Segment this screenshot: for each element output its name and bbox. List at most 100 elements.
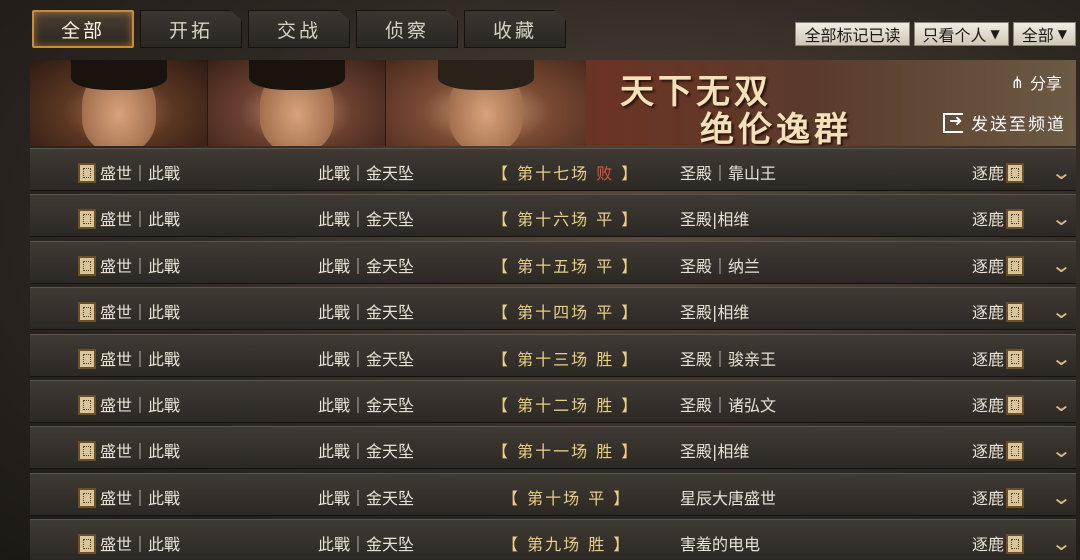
seal-icon [1006, 441, 1025, 462]
tab-favorites[interactable]: 收藏 [464, 10, 566, 48]
battle-report-row[interactable]: 盛世｜此戰 此戰｜金天坠 【 第十一场 胜 】 圣殿|相维 逐鹿 ⌄ [30, 426, 1076, 470]
mode-tag: 逐鹿 [972, 392, 1028, 416]
opponent: 圣殿｜骏亲王 [680, 349, 777, 369]
mode-tag: 逐鹿 [972, 206, 1028, 230]
seal-icon [1006, 209, 1025, 230]
attacker: 盛世｜此戰 [78, 299, 180, 323]
match-label: 【 第十三场 胜 】 [492, 349, 640, 369]
seal-icon [78, 209, 96, 230]
mode-tag: 逐鹿 [972, 485, 1028, 509]
chevron-down-icon[interactable]: ⌄ [1051, 160, 1073, 184]
match-label: 【 第十一场 胜 】 [492, 442, 640, 462]
battle-report-list: 盛世｜此戰 此戰｜金天坠 【 第十七场 败 】 圣殿｜靠山王 逐鹿 ⌄ 盛世｜此… [30, 148, 1076, 560]
match-label: 【 第十七场 败 】 [492, 164, 640, 183]
seal-icon [1006, 163, 1025, 183]
battle-report-row[interactable]: 盛世｜此戰 此戰｜金天坠 【 第十七场 败 】 圣殿｜靠山王 逐鹿 ⌄ [30, 148, 1076, 191]
defender-info: 此戰｜金天坠 [318, 164, 415, 183]
battle-report-row[interactable]: 盛世｜此戰 此戰｜金天坠 【 第九场 胜 】 害羞的电电 逐鹿 ⌄ [30, 519, 1076, 560]
mode-tag: 逐鹿 [972, 299, 1028, 323]
seal-icon [78, 348, 96, 369]
battle-report-row[interactable]: 盛世｜此戰 此戰｜金天坠 【 第十五场 平 】 圣殿｜纳兰 逐鹿 ⌄ [30, 240, 1076, 284]
send-icon [943, 111, 964, 133]
tab-battle[interactable]: 交战 [248, 10, 350, 48]
seal-icon [78, 302, 96, 323]
opponent: 圣殿|相维 [680, 442, 750, 462]
mode-tag: 逐鹿 [972, 531, 1028, 555]
share-button[interactable]: ⋔ 分享 [1011, 70, 1062, 94]
chevron-down-icon[interactable]: ⌄ [1051, 531, 1073, 555]
share-label: 分享 [1029, 74, 1062, 93]
top-actions: 全部标记已读 只看个人 ▼ 全部 ▼ [795, 22, 1076, 46]
defender-info: 此戰｜金天坠 [318, 395, 415, 415]
seal-icon [78, 163, 96, 183]
personal-only-dropdown[interactable]: 只看个人 ▼ [913, 22, 1009, 46]
defender-info: 此戰｜金天坠 [318, 210, 415, 230]
match-label: 【 第十五场 平 】 [492, 256, 640, 276]
attacker: 盛世｜此戰 [78, 253, 180, 277]
opponent: 圣殿|相维 [680, 303, 750, 323]
opponent: 圣殿｜纳兰 [680, 256, 761, 276]
chevron-down-icon[interactable]: ⌄ [1051, 438, 1073, 462]
seal-icon [78, 441, 96, 462]
defender-info: 此戰｜金天坠 [318, 303, 415, 323]
defender-info: 此戰｜金天坠 [318, 256, 415, 276]
chevron-down-icon[interactable]: ⌄ [1051, 485, 1073, 509]
filter-dropdown[interactable]: 全部 ▼ [1012, 22, 1076, 46]
chevron-down-icon[interactable]: ⌄ [1051, 299, 1073, 323]
match-label: 【 第九场 胜 】 [502, 535, 632, 555]
opponent: 圣殿｜靠山王 [680, 164, 777, 183]
chevron-down-icon[interactable]: ⌄ [1051, 206, 1073, 230]
send-to-channel-button[interactable]: 发送至频道 [943, 110, 1066, 135]
match-result: 胜 [588, 535, 607, 555]
mode-tag: 逐鹿 [972, 346, 1028, 370]
match-label: 【 第十场 平 】 [502, 488, 632, 508]
seal-icon [1006, 394, 1025, 415]
attacker: 盛世｜此戰 [78, 346, 180, 370]
tab-expand[interactable]: 开拓 [140, 10, 242, 48]
send-label: 发送至频道 [971, 115, 1066, 135]
match-result: 平 [596, 256, 615, 276]
seal-icon [78, 534, 96, 555]
match-result: 平 [588, 488, 607, 508]
attacker: 盛世｜此戰 [78, 206, 180, 230]
general-portrait-2 [208, 60, 386, 146]
mode-tag: 逐鹿 [972, 438, 1028, 462]
battle-report-row[interactable]: 盛世｜此戰 此戰｜金天坠 【 第十六场 平 】 圣殿|相维 逐鹿 ⌄ [30, 194, 1076, 238]
general-portrait-3 [386, 60, 586, 146]
attacker: 盛世｜此戰 [78, 392, 180, 416]
battle-report-row[interactable]: 盛世｜此戰 此戰｜金天坠 【 第十四场 平 】 圣殿|相维 逐鹿 ⌄ [30, 287, 1076, 331]
tab-scout[interactable]: 侦察 [356, 10, 458, 48]
seal-icon [1006, 534, 1025, 555]
share-icon: ⋔ [1010, 72, 1024, 92]
attacker: 盛世｜此戰 [78, 438, 180, 462]
tab-all[interactable]: 全部 [32, 10, 134, 48]
attacker: 盛世｜此戰 [78, 531, 180, 555]
chevron-down-icon[interactable]: ⌄ [1051, 346, 1073, 370]
battle-report-row[interactable]: 盛世｜此戰 此戰｜金天坠 【 第十二场 胜 】 圣殿｜诸弘文 逐鹿 ⌄ [30, 379, 1076, 423]
battle-report-banner: 天下无双 绝伦逸群 ⋔ 分享 发送至频道 [30, 60, 1076, 146]
match-result: 平 [596, 210, 615, 230]
seal-icon [1006, 487, 1025, 508]
attacker: 盛世｜此戰 [78, 160, 180, 184]
mode-tag: 逐鹿 [972, 253, 1028, 277]
match-result: 胜 [596, 395, 615, 415]
defender-info: 此戰｜金天坠 [318, 442, 415, 462]
match-label: 【 第十二场 胜 】 [492, 395, 640, 415]
defender-info: 此戰｜金天坠 [318, 349, 415, 369]
seal-icon [78, 487, 96, 508]
match-result: 败 [596, 164, 615, 183]
match-result: 胜 [596, 442, 615, 462]
defender-info: 此戰｜金天坠 [318, 535, 415, 555]
caret-down-icon: ▼ [990, 27, 1000, 41]
mark-all-read-button[interactable]: 全部标记已读 [795, 22, 910, 46]
defender-info: 此戰｜金天坠 [318, 488, 415, 508]
chevron-down-icon[interactable]: ⌄ [1051, 392, 1073, 416]
chevron-down-icon[interactable]: ⌄ [1051, 253, 1073, 277]
seal-icon [78, 255, 96, 276]
personal-only-label: 只看个人 [922, 26, 987, 45]
opponent: 圣殿|相维 [680, 210, 750, 230]
mark-all-read-label: 全部标记已读 [804, 26, 901, 45]
filter-label: 全部 [1021, 26, 1054, 45]
battle-report-row[interactable]: 盛世｜此戰 此戰｜金天坠 【 第十三场 胜 】 圣殿｜骏亲王 逐鹿 ⌄ [30, 333, 1076, 377]
battle-report-row[interactable]: 盛世｜此戰 此戰｜金天坠 【 第十场 平 】 星辰大唐盛世 逐鹿 ⌄ [30, 472, 1076, 516]
